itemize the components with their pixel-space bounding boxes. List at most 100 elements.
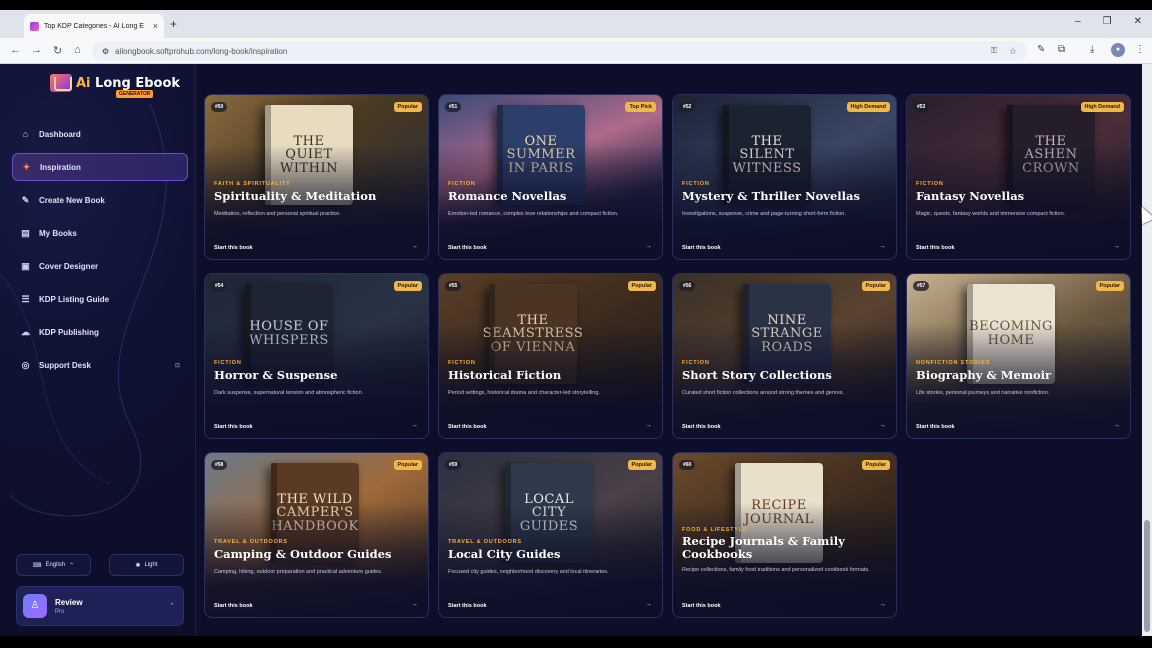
start-book-button[interactable]: Start this book — [214, 603, 253, 609]
card-overlay — [205, 95, 428, 259]
sidebar-item-support-desk[interactable]: ◎ Support Desk ⊡ — [12, 351, 188, 379]
sidebar-menu: ⌂ Dashboard ✦ Inspiration ✎ Create New Book ▤ M… — [12, 120, 188, 384]
status-badge: Popular — [861, 281, 890, 291]
reload-icon[interactable]: ↻ — [53, 44, 62, 57]
sidebar-item-my-books[interactable]: ▤ My Books — [12, 219, 188, 247]
arrow-right-icon[interactable]: → — [645, 243, 652, 250]
minimize-icon[interactable]: – — [1075, 16, 1081, 27]
category-card[interactable]: RECIPE JOURNAL#60PopularFOOD & LIFESTYLE… — [672, 452, 897, 618]
forward-icon[interactable]: → — [31, 44, 42, 56]
start-book-button[interactable]: Start this book — [916, 245, 955, 251]
start-book-button[interactable]: Start this book — [214, 245, 253, 251]
sidebar-item-kdp-listing-guide[interactable]: ☰ KDP Listing Guide — [12, 285, 188, 313]
sidebar-item-label: KDP Publishing — [39, 327, 99, 337]
status-badge: Popular — [1095, 281, 1124, 291]
card-category: FICTION — [682, 360, 710, 366]
back-icon[interactable]: ← — [10, 44, 21, 56]
category-card[interactable]: THE WILD CAMPER'S HANDBOOK#58PopularTRAV… — [204, 452, 429, 618]
start-book-button[interactable]: Start this book — [682, 603, 721, 609]
category-card[interactable]: THE SILENT WITNESS#52High DemandFICTIONM… — [672, 94, 897, 260]
tab-title: Top KDP Categories - AI Long E — [44, 22, 144, 30]
language-selector[interactable]: ⌨ English ⌃ — [16, 554, 91, 576]
card-category: TRAVEL & OUTDOORS — [214, 539, 288, 545]
browser-window: Top KDP Categories - AI Long E × + – ❐ ✕… — [0, 10, 1152, 636]
card-number: #53 — [913, 102, 930, 112]
arrow-right-icon[interactable]: → — [879, 243, 886, 250]
card-category: FAITH & SPIRITUALITY — [214, 181, 291, 187]
arrow-right-icon[interactable]: → — [879, 422, 886, 429]
category-card[interactable]: THE QUIET WITHIN#50PopularFAITH & SPIRIT… — [204, 94, 429, 260]
download-icon[interactable]: ⤓ — [1090, 44, 1094, 55]
arrow-right-icon[interactable]: → — [645, 422, 652, 429]
card-overlay — [205, 453, 428, 617]
brand-badge: GENERATOR — [116, 90, 154, 98]
profile-avatar[interactable]: ● — [1111, 43, 1125, 57]
status-badge: Popular — [393, 102, 422, 112]
chevron-up-icon: ⌃ — [69, 562, 75, 569]
menu-kebab-icon[interactable]: ⋮ — [1135, 44, 1145, 55]
scrollbar-thumb[interactable] — [1144, 520, 1150, 632]
status-badge: Popular — [393, 460, 422, 470]
restore-icon[interactable]: ❐ — [1103, 16, 1112, 27]
category-card[interactable]: THE ASHEN CROWN#53High DemandFICTIONFant… — [906, 94, 1131, 260]
arrow-right-icon[interactable]: → — [1113, 422, 1120, 429]
bookmark-star-icon[interactable]: ☆ — [1009, 46, 1017, 57]
extensions-icon[interactable]: ⧉ — [1058, 44, 1065, 55]
category-card[interactable]: ONE SUMMER IN PARIS#51Top PickFICTIONRom… — [438, 94, 663, 260]
card-overlay — [907, 95, 1130, 259]
home-browser-icon[interactable]: ⌂ — [74, 44, 81, 56]
password-key-icon[interactable]: ⚿ — [991, 46, 997, 56]
pen-extension-icon[interactable]: ✎ — [1037, 44, 1045, 55]
sidebar-item-create-new-book[interactable]: ✎ Create New Book — [12, 186, 188, 214]
arrow-right-icon[interactable]: → — [879, 601, 886, 608]
url-field[interactable]: ⚙ ailongbook.softprohub.com/long-book/in… — [92, 41, 1027, 61]
start-book-button[interactable]: Start this book — [448, 245, 487, 251]
close-tab-icon[interactable]: × — [153, 21, 158, 31]
category-card[interactable]: HOUSE OF WHISPERS#54PopularFICTIONHorror… — [204, 273, 429, 439]
card-description: Camping, hiking, outdoor preparation and… — [214, 569, 383, 575]
start-book-button[interactable]: Start this book — [682, 424, 721, 430]
start-book-button[interactable]: Start this book — [214, 424, 253, 430]
user-card[interactable]: ♙ Review Pro ⌃ — [16, 586, 184, 626]
arrow-right-icon[interactable]: → — [411, 243, 418, 250]
sidebar-item-kdp-publishing[interactable]: ☁ KDP Publishing — [12, 318, 188, 346]
feather-icon: ✎ — [21, 194, 30, 205]
cloud-upload-icon: ☁ — [21, 326, 30, 337]
keyboard-icon: ⌨ — [32, 562, 42, 569]
arrow-right-icon[interactable]: → — [411, 422, 418, 429]
start-book-button[interactable]: Start this book — [448, 424, 487, 430]
card-description: Meditation, reflection and personal spir… — [214, 211, 341, 217]
sidebar-item-dashboard[interactable]: ⌂ Dashboard — [12, 120, 188, 148]
card-title: Local City Guides — [448, 547, 561, 561]
sidebar-item-inspiration[interactable]: ✦ Inspiration — [12, 153, 188, 181]
support-icon: ◎ — [21, 359, 30, 370]
theme-toggle[interactable]: ✺ Light — [109, 554, 184, 576]
category-card[interactable]: NINE STRANGE ROADS#56PopularFICTIONShort… — [672, 273, 897, 439]
address-bar-row: ← → ↻ ⌂ ⚙ ailongbook.softprohub.com/long… — [0, 38, 1152, 64]
start-book-button[interactable]: Start this book — [682, 245, 721, 251]
card-number: #55 — [445, 281, 462, 291]
category-card[interactable]: BECOMING HOME#57PopularNONFICTION STORIE… — [906, 273, 1131, 439]
scrollbar[interactable] — [1142, 64, 1152, 636]
arrow-right-icon[interactable]: → — [411, 601, 418, 608]
category-card[interactable]: THE SEAMSTRESS OF VIENNA#55PopularFICTIO… — [438, 273, 663, 439]
brand-logo[interactable]: Ai Long Ebook GENERATOR — [50, 74, 180, 98]
card-description: Curated short fiction collections around… — [682, 390, 845, 396]
browser-tab[interactable]: Top KDP Categories - AI Long E × — [24, 14, 164, 38]
close-window-icon[interactable]: ✕ — [1134, 16, 1142, 27]
card-category: FICTION — [448, 360, 476, 366]
card-title: Biography & Memoir — [916, 368, 1052, 382]
new-tab-button[interactable]: + — [170, 17, 177, 31]
site-info-icon[interactable]: ⚙ — [102, 47, 109, 56]
start-book-button[interactable]: Start this book — [448, 603, 487, 609]
logo-book-icon — [50, 74, 72, 92]
sidebar-item-cover-designer[interactable]: ▣ Cover Designer — [12, 252, 188, 280]
arrow-right-icon[interactable]: → — [645, 601, 652, 608]
user-name: Review — [55, 597, 83, 607]
card-number: #57 — [913, 281, 930, 291]
sidebar-item-label: Create New Book — [39, 195, 105, 205]
status-badge: Popular — [627, 460, 656, 470]
category-card[interactable]: LOCAL CITY GUIDES#59PopularTRAVEL & OUTD… — [438, 452, 663, 618]
arrow-right-icon[interactable]: → — [1113, 243, 1120, 250]
start-book-button[interactable]: Start this book — [916, 424, 955, 430]
